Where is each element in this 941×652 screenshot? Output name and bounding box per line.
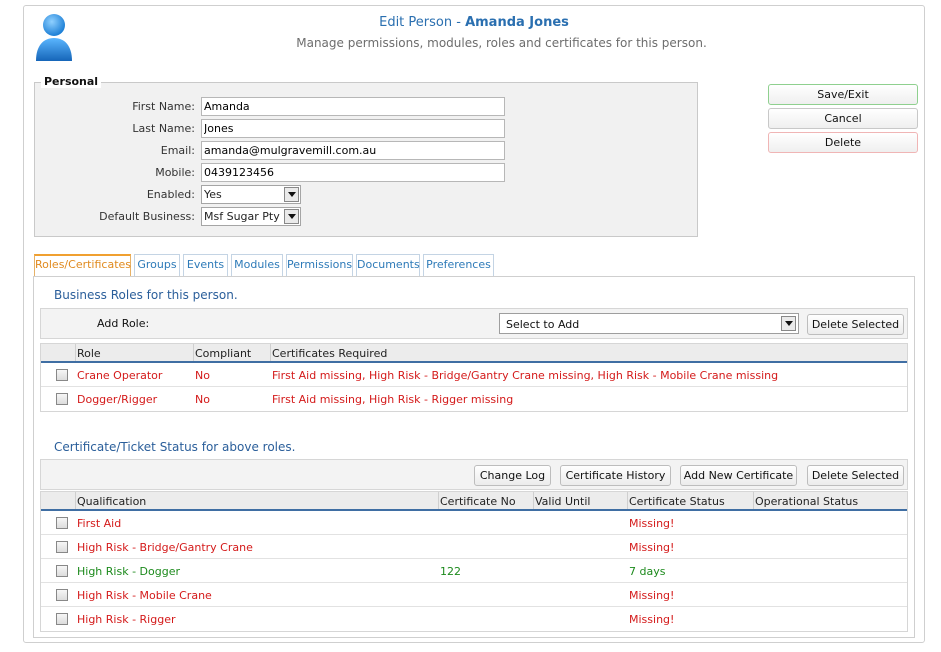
- save-exit-button[interactable]: Save/Exit: [768, 84, 918, 105]
- col-certificate-no[interactable]: Certificate No: [440, 495, 516, 508]
- enabled-row: Enabled: Yes: [35, 185, 699, 205]
- qualification-name: High Risk - Dogger: [77, 565, 180, 578]
- certificate-status: 7 days: [629, 565, 666, 578]
- certificate-status: Missing!: [629, 517, 675, 530]
- row-checkbox[interactable]: [56, 613, 68, 625]
- chevron-down-icon[interactable]: [284, 209, 299, 224]
- tab-roles-certificates[interactable]: Roles/Certificates: [34, 254, 131, 276]
- certificate-status: Missing!: [629, 541, 675, 554]
- personal-fieldset: Personal First Name: Last Name: Email: M…: [34, 75, 699, 237]
- edit-person-panel: Edit Person - Amanda Jones Manage permis…: [23, 5, 925, 643]
- table-row[interactable]: High Risk - Rigger Missing!: [41, 607, 907, 631]
- qualification-name: High Risk - Rigger: [77, 613, 176, 626]
- row-checkbox[interactable]: [56, 565, 68, 577]
- certificate-status: Missing!: [629, 589, 675, 602]
- role-certs-required: First Aid missing, High Risk - Rigger mi…: [272, 393, 514, 406]
- mobile-row: Mobile:: [35, 163, 699, 183]
- cancel-button[interactable]: Cancel: [768, 108, 918, 129]
- role-name: Dogger/Rigger: [77, 393, 158, 406]
- first-name-field[interactable]: [201, 97, 505, 116]
- add-new-certificate-button[interactable]: Add New Certificate: [680, 465, 797, 486]
- add-role-select[interactable]: Select to Add: [499, 313, 799, 334]
- email-field[interactable]: [201, 141, 505, 160]
- last-name-row: Last Name:: [35, 119, 699, 139]
- col-certificate-status[interactable]: Certificate Status: [629, 495, 725, 508]
- default-business-value: Msf Sugar Pty Ltd: [204, 210, 284, 223]
- delete-button[interactable]: Delete: [768, 132, 918, 153]
- certificates-toolbar: Change Log Certificate History Add New C…: [40, 459, 908, 490]
- row-checkbox[interactable]: [56, 517, 68, 529]
- role-name: Crane Operator: [77, 369, 163, 382]
- certificate-status-title: Certificate/Ticket Status for above role…: [54, 440, 296, 454]
- chevron-down-icon[interactable]: [781, 316, 796, 331]
- table-row[interactable]: High Risk - Mobile Crane Missing!: [41, 583, 907, 607]
- add-role-label: Add Role:: [97, 317, 150, 330]
- page-title-prefix: Edit Person -: [379, 15, 466, 30]
- tab-groups[interactable]: Groups: [134, 254, 180, 276]
- default-business-select[interactable]: Msf Sugar Pty Ltd: [201, 207, 301, 226]
- email-row: Email:: [35, 141, 699, 161]
- person-name: Amanda Jones: [465, 15, 569, 30]
- last-name-field[interactable]: [201, 119, 505, 138]
- qualification-name: High Risk - Bridge/Gantry Crane: [77, 541, 253, 554]
- page-title: Edit Person - Amanda Jones: [24, 15, 924, 30]
- business-roles-title: Business Roles for this person.: [54, 288, 238, 302]
- certificates-grid: Qualification Certificate No Valid Until…: [40, 491, 908, 632]
- first-name-row: First Name:: [35, 97, 699, 117]
- col-role[interactable]: Role: [77, 347, 101, 360]
- row-checkbox[interactable]: [56, 589, 68, 601]
- certificate-no: 122: [440, 565, 461, 578]
- qualification-name: High Risk - Mobile Crane: [77, 589, 212, 602]
- enabled-label: Enabled:: [146, 188, 195, 201]
- certificate-status: Missing!: [629, 613, 675, 626]
- roles-grid-header: Role Compliant Certificates Required: [41, 344, 907, 363]
- tab-modules[interactable]: Modules: [231, 254, 283, 276]
- table-row[interactable]: High Risk - Bridge/Gantry Crane Missing!: [41, 535, 907, 559]
- default-business-label: Default Business:: [99, 210, 195, 223]
- change-log-button[interactable]: Change Log: [474, 465, 551, 486]
- default-business-row: Default Business: Msf Sugar Pty Ltd: [35, 207, 699, 227]
- first-name-label: First Name:: [132, 100, 195, 113]
- add-role-select-value: Select to Add: [506, 318, 580, 331]
- page-subtitle: Manage permissions, modules, roles and c…: [296, 36, 707, 50]
- row-checkbox[interactable]: [56, 369, 68, 381]
- table-row[interactable]: First Aid Missing!: [41, 511, 907, 535]
- col-compliant[interactable]: Compliant: [195, 347, 251, 360]
- col-operational-status[interactable]: Operational Status: [755, 495, 858, 508]
- role-compliant: No: [195, 393, 210, 406]
- delete-selected-roles-button[interactable]: Delete Selected: [807, 314, 904, 335]
- last-name-label: Last Name:: [132, 122, 195, 135]
- roles-toolbar: Add Role: Select to Add Delete Selected: [40, 308, 908, 339]
- table-row[interactable]: Crane Operator No First Aid missing, Hig…: [41, 363, 907, 387]
- certificates-grid-header: Qualification Certificate No Valid Until…: [41, 492, 907, 511]
- col-qualification[interactable]: Qualification: [77, 495, 146, 508]
- enabled-value: Yes: [204, 188, 222, 201]
- qualification-name: First Aid: [77, 517, 122, 530]
- chevron-down-icon[interactable]: [284, 187, 299, 202]
- row-checkbox[interactable]: [56, 541, 68, 553]
- tab-documents[interactable]: Documents: [356, 254, 420, 276]
- row-checkbox[interactable]: [56, 393, 68, 405]
- table-row[interactable]: High Risk - Dogger 122 7 days: [41, 559, 907, 583]
- mobile-field[interactable]: [201, 163, 505, 182]
- tab-content: Business Roles for this person. Add Role…: [33, 276, 915, 638]
- role-compliant: No: [195, 369, 210, 382]
- personal-legend: Personal: [41, 75, 102, 88]
- tab-preferences[interactable]: Preferences: [423, 254, 494, 276]
- col-certificates-required[interactable]: Certificates Required: [272, 347, 387, 360]
- table-row[interactable]: Dogger/Rigger No First Aid missing, High…: [41, 387, 907, 411]
- mobile-label: Mobile:: [155, 166, 195, 179]
- email-label: Email:: [160, 144, 195, 157]
- role-certs-required: First Aid missing, High Risk - Bridge/Ga…: [272, 369, 779, 382]
- tab-permissions[interactable]: Permissions: [286, 254, 353, 276]
- enabled-select[interactable]: Yes: [201, 185, 301, 204]
- tab-events[interactable]: Events: [183, 254, 228, 276]
- delete-selected-certificates-button[interactable]: Delete Selected: [807, 465, 904, 486]
- col-valid-until[interactable]: Valid Until: [535, 495, 590, 508]
- certificate-history-button[interactable]: Certificate History: [560, 465, 671, 486]
- roles-grid: Role Compliant Certificates Required Cra…: [40, 343, 908, 412]
